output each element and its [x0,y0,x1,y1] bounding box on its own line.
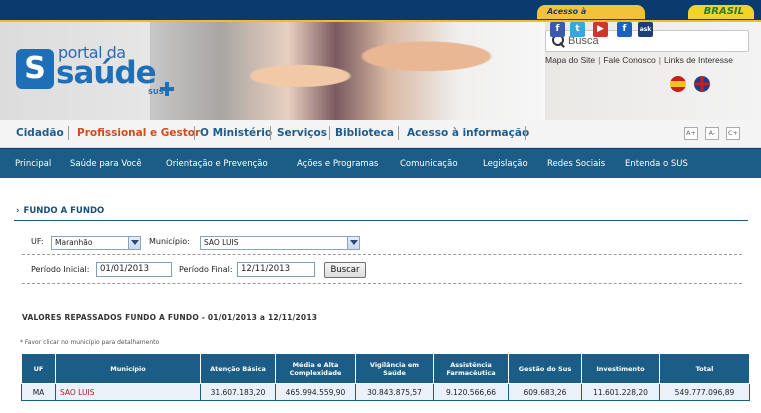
links-interesse-link[interactable]: Links de Interesse [664,55,733,65]
column-header[interactable]: Investimento [581,353,660,384]
header-photo [150,22,545,120]
periodo-final-input[interactable]: 12/11/2013 [237,262,315,277]
nav2-entenda-sus[interactable]: Entenda o SUS [625,159,688,169]
cell-gestao-sus: 609.683,26 [508,383,582,401]
column-header[interactable]: Atenção Básica [200,353,276,384]
nav2-principal[interactable]: Principal [15,159,51,169]
nav-ministerio[interactable]: O Ministério [200,127,272,139]
cell-vigilancia-saude: 30.843.875,57 [355,383,434,401]
font-increase-button[interactable]: A+ [684,127,698,140]
municipio-label: Município: [149,237,190,246]
nav2-saude-para-voce[interactable]: Saúde para Você [70,159,142,169]
chevron-down-icon[interactable] [347,237,359,249]
chevron-right-icon: › [16,206,20,216]
ask-icon[interactable]: ask [638,22,653,37]
nav-servicos[interactable]: Serviços [277,127,327,139]
font-decrease-button[interactable]: A- [705,127,719,140]
cell-total: 549.777.096,89 [659,383,750,401]
logo-s-mark: S [16,49,54,89]
flickr-icon[interactable]: f [617,22,632,37]
facebook-icon[interactable]: f [550,22,565,37]
column-header[interactable]: Vigilância em Saúde [355,353,434,384]
table-header-row: UF Município Atenção Básica Média e Alta… [21,353,750,384]
utility-links: Mapa do Site | Fale Conosco | Links de Inter… [545,55,733,65]
filter-divider [22,254,742,255]
periodo-inicial-input[interactable]: 01/01/2013 [96,262,172,277]
municipio-link[interactable]: SAO LUIS [55,383,201,401]
results-hint: * Favor clicar no município para detalha… [20,339,160,346]
portal-saude-logo[interactable]: S portal da saúde SUS [8,38,180,98]
cell-assistencia-farmaceutica: 9.120.566,66 [433,383,509,401]
spanish-flag-icon[interactable] [670,76,686,92]
periodo-final-label: Período Final: [179,265,233,274]
page: Acesso à Informação BRASIL S portal da s… [0,0,761,413]
cell-media-alta-complexidade: 465.994.559,90 [275,383,356,401]
uf-select-value: Maranhão [55,238,93,247]
nav-cidadao[interactable]: Cidadão [16,127,64,139]
brasil-link[interactable]: BRASIL [688,5,754,19]
results-title: VALORES REPASSADOS FUNDO A FUNDO - 01/01… [22,313,318,322]
government-bar: Acesso à Informação BRASIL [0,0,761,30]
chevron-down-icon[interactable] [128,237,140,249]
primary-nav: Cidadão Profissional e Gestor O Ministér… [0,120,761,148]
nav2-redes-sociais[interactable]: Redes Sociais [547,159,605,169]
youtube-icon[interactable]: ▶ [593,22,608,37]
acesso-informacao-link[interactable]: Acesso à Informação [537,5,645,30]
uf-label: UF: [31,237,44,246]
twitter-icon[interactable]: t [570,22,585,37]
nav-profissional-gestor[interactable]: Profissional e Gestor [77,127,200,139]
column-header[interactable]: UF [21,353,56,384]
english-flag-icon[interactable] [694,76,710,92]
table-row: MA SAO LUIS 31.607.183,20 465.994.559,90… [21,383,750,401]
uf-select[interactable]: Maranhão [51,236,141,250]
fale-conosco-link[interactable]: Fale Conosco [603,55,655,65]
filter-divider [22,283,742,284]
municipio-select[interactable]: SAO LUIS [200,236,360,250]
results-table: UF Município Atenção Básica Média e Alta… [21,353,750,401]
nav2-acoes-programas[interactable]: Ações e Programas [297,159,378,169]
title-divider [14,220,748,221]
column-header[interactable]: Assistência Farmacêutica [433,353,509,384]
nav2-comunicacao[interactable]: Comunicação [400,159,458,169]
column-header[interactable]: Gestão do Sus [508,353,582,384]
mapa-site-link[interactable]: Mapa do Site [545,55,595,65]
page-title: › FUNDO A FUNDO [16,206,104,216]
column-header[interactable]: Média e Alta Complexidade [275,353,356,384]
cell-uf: MA [21,383,56,401]
column-header[interactable]: Município [55,353,201,384]
cell-investimento: 11.601.228,20 [581,383,660,401]
buscar-button[interactable]: Buscar [324,262,366,278]
secondary-nav: Principal Saúde para Você Orientação e P… [0,148,761,178]
nav2-legislacao[interactable]: Legislação [483,159,528,169]
logo-saude-text: saúde [56,55,157,91]
column-header[interactable]: Total [659,353,750,384]
nav-acesso-informacao[interactable]: Acesso à informação [407,127,529,139]
nav2-orientacao-prevencao[interactable]: Orientação e Prevenção [166,159,268,169]
nav-biblioteca[interactable]: Biblioteca [335,127,394,139]
periodo-inicial-label: Período Inicial: [31,265,90,274]
contrast-button[interactable]: C+ [726,127,740,140]
municipio-select-value: SAO LUIS [204,238,239,247]
page-title-text: FUNDO A FUNDO [23,206,105,216]
plus-icon [160,82,174,96]
header: S portal da saúde SUS Mapa do Site|Fale … [0,22,761,120]
cell-atencao-basica: 31.607.183,20 [200,383,276,401]
